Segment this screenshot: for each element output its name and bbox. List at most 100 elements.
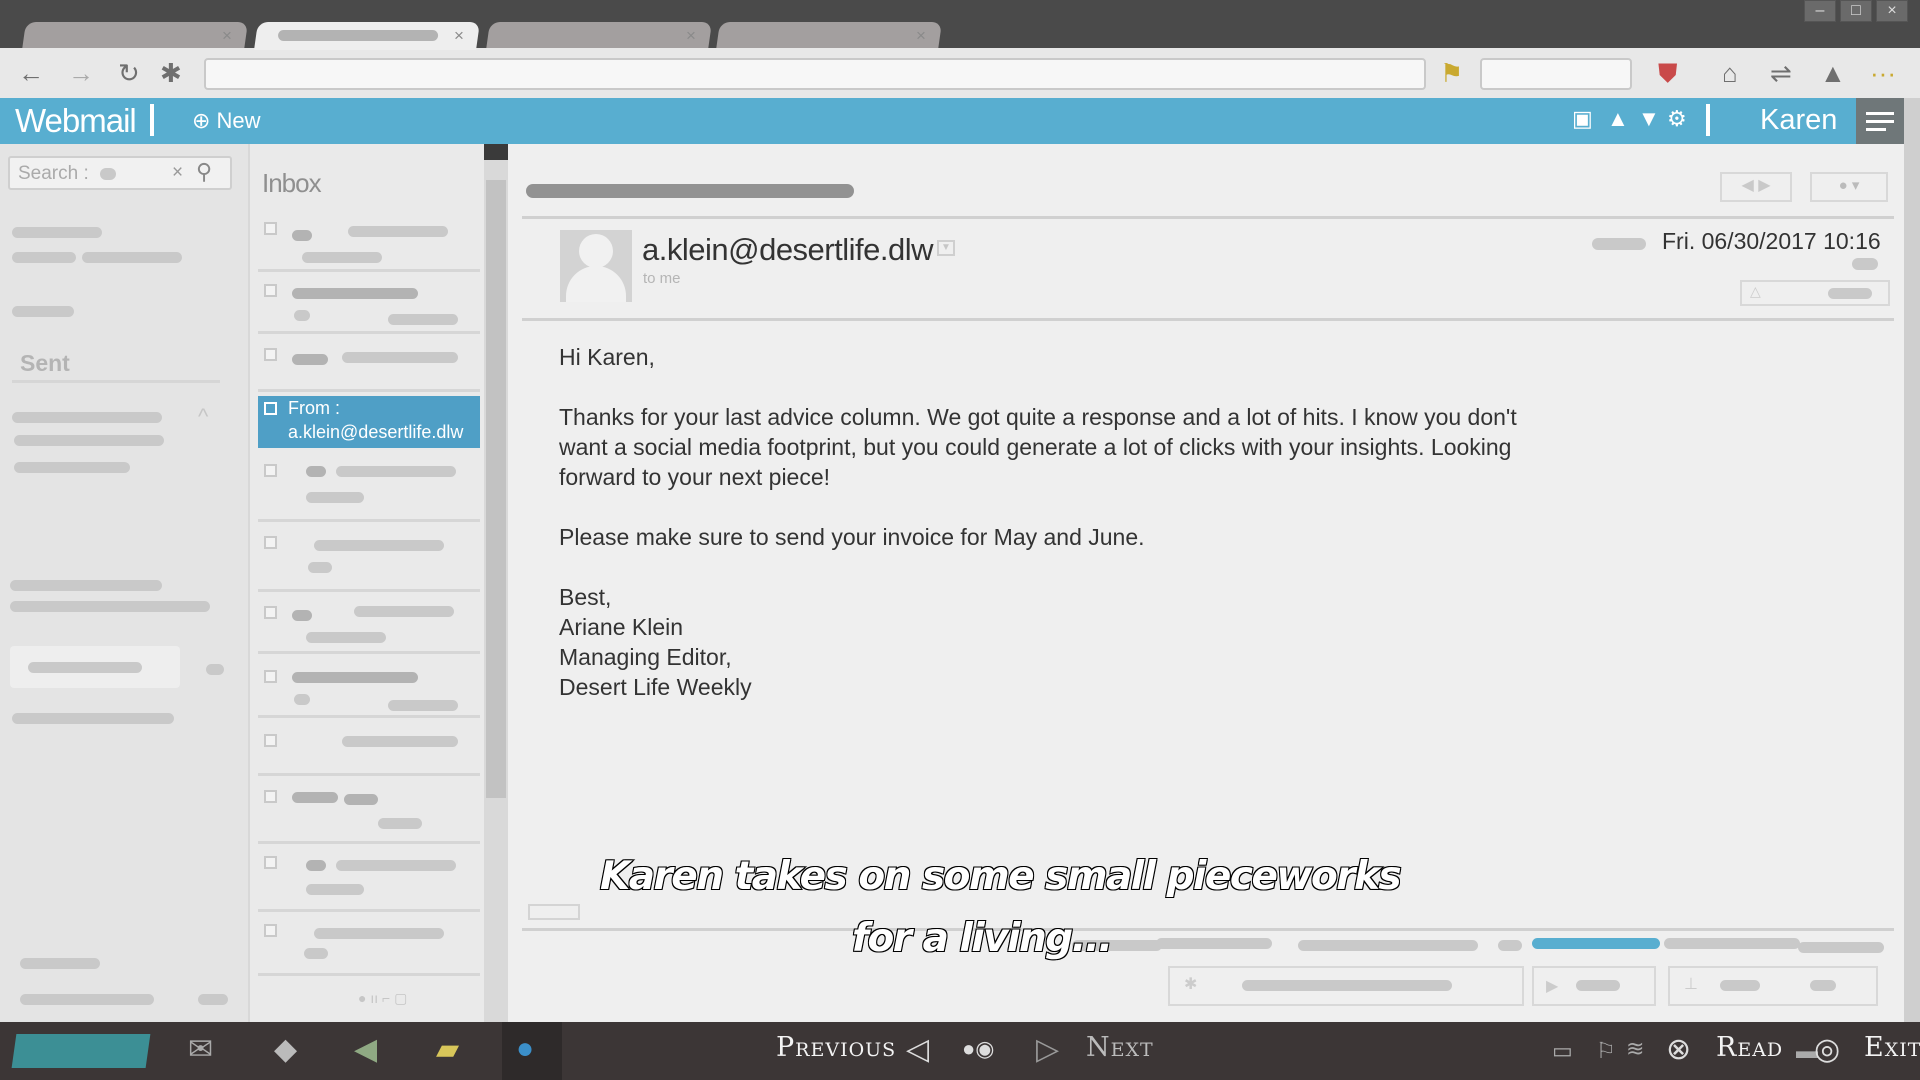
list-item[interactable] xyxy=(258,528,480,592)
user-name[interactable]: Karen xyxy=(1760,104,1837,137)
joystick-icon: ●◉ xyxy=(962,1036,995,1061)
clear-icon[interactable]: × xyxy=(172,162,183,184)
play-button[interactable]: ▶ xyxy=(1532,966,1656,1006)
warning-icon[interactable]: ▲ xyxy=(1820,58,1846,89)
lock-icon[interactable]: ⌂ xyxy=(1722,58,1738,89)
new-button[interactable]: ⊕ New xyxy=(192,108,261,134)
webmail-header: Webmail ⊕ New ▣ ▲ ▼ ⚙ Karen xyxy=(0,98,1904,144)
email-date: Fri. 06/30/2017 10:16 xyxy=(1662,228,1881,254)
monitor-icon: ▭ xyxy=(1552,1038,1573,1063)
warning-icon: △ xyxy=(1750,283,1761,299)
recipient: to me xyxy=(643,270,681,287)
browser-toolbar: ← → ↻ ✱ ⚑ ⛊ ⌂ ⇌ ▲ ··· xyxy=(0,48,1920,98)
browser-tab-bar: × × × × – □ × xyxy=(0,0,1920,50)
circle-button-icon: ◎ xyxy=(1814,1033,1841,1066)
list-item[interactable] xyxy=(258,848,480,912)
divider xyxy=(150,104,154,136)
folder-item[interactable] xyxy=(12,252,76,263)
attachment-button[interactable]: ✱ xyxy=(1168,966,1524,1006)
close-tab-icon[interactable]: × xyxy=(454,26,464,46)
start-icon[interactable] xyxy=(11,1034,151,1068)
progress-bar xyxy=(1532,938,1660,949)
browser-search-box[interactable] xyxy=(1480,58,1632,90)
address-bar[interactable] xyxy=(204,58,1426,90)
list-item[interactable] xyxy=(258,596,480,654)
checkbox-icon[interactable] xyxy=(264,222,277,235)
right-trigger-icon: ▷ xyxy=(1036,1033,1060,1066)
arrow-up-icon[interactable]: ▲ xyxy=(1607,106,1629,132)
list-item[interactable] xyxy=(258,726,480,776)
close-tab-icon[interactable]: × xyxy=(916,26,926,46)
puzzle-icon[interactable]: ✱ xyxy=(160,58,182,89)
divider xyxy=(1706,104,1710,136)
maximize-icon[interactable]: □ xyxy=(1840,0,1872,22)
bookmark-icon[interactable]: ⚑ xyxy=(1440,58,1463,89)
chevron-up-icon[interactable]: ^ xyxy=(198,404,208,430)
action-button[interactable]: △ xyxy=(1740,280,1890,306)
minimize-icon[interactable]: – xyxy=(1804,0,1836,22)
search-icon[interactable]: ⚲ xyxy=(196,159,212,185)
inbox-title: Inbox xyxy=(262,168,322,198)
chevron-down-icon[interactable]: ▼ xyxy=(937,240,955,256)
message-list: Inbox From : a.klein@desertlife.dlw ● ıı… xyxy=(248,144,484,1022)
browser-tab-active[interactable]: × xyxy=(254,22,480,50)
new-plus-icon: ⊕ xyxy=(192,108,217,133)
media-app-icon[interactable]: ◀ xyxy=(354,1032,377,1067)
list-item[interactable] xyxy=(258,662,480,718)
folder-item[interactable] xyxy=(12,306,74,317)
back-arrow-icon[interactable]: ← xyxy=(18,58,44,89)
browser-tab[interactable]: × xyxy=(22,22,248,50)
game-taskbar: ✉ ◆ ◀ ▰ ● Previous ◁ ●◉ ▷ Next ▭ ⚐ ≋ ⊗ R… xyxy=(0,1022,1920,1080)
close-tab-icon[interactable]: × xyxy=(222,26,232,46)
reload-icon[interactable]: ↻ xyxy=(118,58,140,89)
reply-options-button[interactable]: ● ▾ xyxy=(1810,172,1888,202)
mail-app-icon[interactable]: ✉ xyxy=(188,1032,213,1067)
list-item[interactable] xyxy=(258,276,480,334)
browser-tab[interactable]: × xyxy=(716,22,942,50)
email-body: Hi Karen, Thanks for your last advice co… xyxy=(559,344,1517,700)
avatar xyxy=(560,230,632,302)
folder-item[interactable] xyxy=(12,227,102,238)
sender-address[interactable]: a.klein@desertlife.dlw xyxy=(642,232,934,268)
list-item[interactable] xyxy=(258,916,480,976)
shield-icon[interactable]: ⛊ xyxy=(1658,58,1678,90)
arrow-down-icon[interactable]: ▼ xyxy=(1638,106,1660,132)
page-scrollbar[interactable] xyxy=(1904,98,1920,1022)
search-input[interactable]: Search : × ⚲ xyxy=(8,156,232,190)
gear-icon[interactable]: ⚙ xyxy=(1667,106,1687,132)
prev-next-buttons[interactable]: ◀ ▶ xyxy=(1720,172,1792,202)
list-item-selected[interactable]: From : a.klein@desertlife.dlw xyxy=(258,396,480,448)
checkbox-icon[interactable]: ▣ xyxy=(1572,106,1593,132)
list-item[interactable] xyxy=(258,454,480,522)
next-prompt[interactable]: Next xyxy=(1086,1032,1154,1063)
subtitle-line-1: Karen takes on some small pieceworks xyxy=(599,853,1403,900)
read-prompt[interactable]: Read xyxy=(1716,1032,1783,1063)
notes-app-icon[interactable]: ▰ xyxy=(436,1032,459,1067)
list-item[interactable] xyxy=(258,340,480,392)
folder-sent[interactable]: Sent xyxy=(20,350,70,377)
list-scrollbar[interactable] xyxy=(484,160,508,1022)
close-tab-icon[interactable]: × xyxy=(686,26,696,46)
menu-icon[interactable] xyxy=(1856,98,1904,144)
browser-tab[interactable]: × xyxy=(486,22,712,50)
folder-item[interactable] xyxy=(10,646,180,688)
wifi-icon: ≋ xyxy=(1626,1036,1645,1061)
subtitle-line-2: for a living... xyxy=(851,915,1114,962)
forward-arrow-icon[interactable]: → xyxy=(68,58,94,89)
subject xyxy=(526,184,854,198)
left-trigger-icon: ◁ xyxy=(906,1033,930,1066)
list-item[interactable] xyxy=(258,214,480,272)
cross-button-icon: ⊗ xyxy=(1666,1033,1692,1066)
checkbox-icon[interactable] xyxy=(264,402,277,415)
folder-app-icon[interactable]: ◆ xyxy=(274,1032,297,1067)
flag-icon: ⚐ xyxy=(1596,1038,1616,1063)
list-item[interactable] xyxy=(258,780,480,844)
webmail-brand: Webmail xyxy=(15,102,137,139)
browser-app-icon[interactable]: ● xyxy=(502,1022,562,1080)
exit-prompt[interactable]: Exit xyxy=(1864,1032,1920,1063)
previous-prompt[interactable]: Previous xyxy=(776,1032,896,1063)
close-window-icon[interactable]: × xyxy=(1876,0,1908,22)
more-icon[interactable]: ··· xyxy=(1870,58,1896,89)
sync-icon[interactable]: ⇌ xyxy=(1770,58,1792,89)
download-button[interactable]: ⊥ xyxy=(1668,966,1878,1006)
